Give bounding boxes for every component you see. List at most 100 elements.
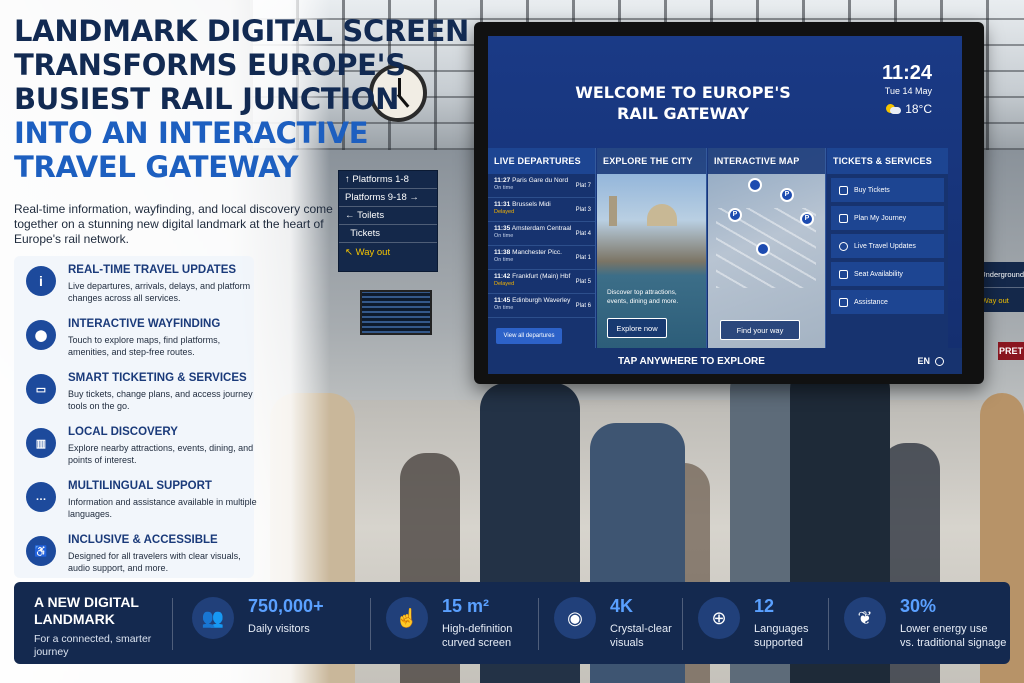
service-button[interactable]: Assistance bbox=[831, 290, 944, 314]
globe-icon bbox=[935, 356, 944, 366]
ticket-icon: ▭ bbox=[26, 374, 56, 404]
service-label: Live Travel Updates bbox=[854, 242, 916, 250]
stat-value: 15 m² bbox=[442, 596, 490, 616]
feature-description: Information and assistance available in … bbox=[68, 497, 257, 519]
find-your-way-button[interactable]: Find your way bbox=[720, 320, 800, 340]
stat-value: 30% bbox=[900, 596, 937, 616]
departure-row[interactable]: 11:42 Frankfurt (Main) Hbf Delayed Plat 5 bbox=[488, 270, 595, 294]
stat-value: 12 bbox=[754, 596, 775, 616]
screen-display[interactable]: WELCOME TO EUROPE'S RAIL GATEWAY 11:24 T… bbox=[488, 36, 962, 374]
info-icon: i bbox=[26, 266, 56, 296]
departure-platform: Plat 5 bbox=[575, 279, 591, 285]
service-label: Seat Availability bbox=[854, 270, 903, 278]
eye-icon: ◉ bbox=[554, 597, 596, 639]
seat-icon bbox=[839, 269, 848, 279]
stat-label: High-definition curved screen bbox=[442, 623, 513, 649]
stat-value: 750,000+ bbox=[248, 596, 324, 616]
departure-time: 11:38 bbox=[494, 249, 511, 256]
departure-destination: Frankfurt (Main) Hbf bbox=[512, 273, 571, 280]
screen-title: WELCOME TO EUROPE'S RAIL GATEWAY bbox=[575, 83, 791, 123]
stat-divider bbox=[172, 598, 173, 650]
parking-pin-icon[interactable]: P bbox=[728, 208, 742, 222]
shop-sign: PRET bbox=[998, 342, 1024, 360]
departure-platform: Plat 1 bbox=[575, 255, 591, 261]
screen-clock: 11:24 bbox=[881, 62, 932, 84]
departure-platform: Plat 7 bbox=[575, 183, 591, 189]
departure-platform: Plat 6 bbox=[575, 303, 591, 309]
leaf-icon: ❦ bbox=[844, 597, 886, 639]
departure-destination: Paris Gare du Nord bbox=[512, 177, 569, 184]
departure-destination: Amsterdam Centraal bbox=[511, 225, 572, 232]
interactive-map-panel[interactable]: INTERACTIVE MAP P P P Find your way bbox=[708, 148, 826, 354]
service-button[interactable]: Live Travel Updates bbox=[831, 234, 944, 258]
stat-divider bbox=[828, 598, 829, 650]
stat-label: Lower energy use vs. traditional signage bbox=[900, 623, 1007, 649]
departure-time: 11:35 bbox=[494, 225, 511, 232]
map-pin-icon[interactable] bbox=[748, 178, 762, 192]
departure-time: 11:27 bbox=[494, 177, 511, 184]
people-icon: 👥 bbox=[192, 597, 234, 639]
feature-title: INTERACTIVE WAYFINDING bbox=[68, 318, 221, 330]
weather-widget: 18°C bbox=[886, 102, 932, 116]
city-dome bbox=[647, 204, 677, 226]
assistance-icon bbox=[839, 297, 848, 307]
feature-description: Designed for all travelers with clear vi… bbox=[68, 551, 241, 573]
sign-row: Tickets bbox=[339, 225, 437, 243]
departure-row[interactable]: 11:35 Amsterdam Centraal On time Plat 4 bbox=[488, 222, 595, 246]
screen-date: Tue 14 May bbox=[884, 86, 932, 96]
sign-row-way-out: ↖ Way out bbox=[345, 246, 391, 258]
departure-time: 11:42 bbox=[494, 273, 511, 280]
service-button[interactable]: Seat Availability bbox=[831, 262, 944, 286]
service-button[interactable]: Plan My Journey bbox=[831, 206, 944, 230]
partly-cloudy-icon bbox=[886, 104, 902, 114]
feature-description: Explore nearby attractions, events, dini… bbox=[68, 443, 254, 465]
departure-row[interactable]: 11:38 Manchester Picc. On time Plat 1 bbox=[488, 246, 595, 270]
explore-city-panel[interactable]: EXPLORE THE CITY Discover top attraction… bbox=[597, 148, 707, 354]
tickets-services-header: TICKETS & SERVICES bbox=[827, 148, 948, 174]
globe-icon: ⊕ bbox=[698, 597, 740, 639]
tap-to-explore-label: TAP ANYWHERE TO EXPLORE bbox=[618, 355, 765, 367]
stats-subtitle: For a connected, smarter journey bbox=[34, 633, 152, 658]
parking-pin-icon[interactable]: P bbox=[800, 212, 814, 226]
view-all-departures-button[interactable]: View all departures bbox=[496, 328, 562, 344]
language-selector[interactable]: EN bbox=[917, 356, 944, 366]
city-buildings-icon: ▥ bbox=[26, 428, 56, 458]
city-tower bbox=[609, 196, 617, 226]
feature-description: Buy tickets, change plans, and access jo… bbox=[68, 389, 253, 411]
departure-row[interactable]: 11:31 Brussels Midi Delayed Plat 3 bbox=[488, 198, 595, 222]
sign-row: ← Toilets bbox=[339, 207, 437, 225]
touch-icon: ☝ bbox=[386, 597, 428, 639]
feature-title: SMART TICKETING & SERVICES bbox=[68, 372, 247, 384]
departures-panel[interactable]: LIVE DEPARTURES 11:27 Paris Gare du Nord… bbox=[488, 148, 596, 354]
intro-text: Real-time information, wayfinding, and l… bbox=[14, 202, 333, 246]
feature-description: Live departures, arrivals, delays, and p… bbox=[68, 281, 251, 303]
stat-divider bbox=[682, 598, 683, 650]
departure-row[interactable]: 11:27 Paris Gare du Nord On time Plat 7 bbox=[488, 174, 595, 198]
service-label: Plan My Journey bbox=[854, 214, 907, 222]
departure-destination: Edinburgh Waverley bbox=[512, 297, 571, 304]
stats-lead: A NEW DIGITAL LANDMARK For a connected, … bbox=[34, 594, 164, 659]
explore-now-button[interactable]: Explore now bbox=[607, 318, 667, 338]
feature-description: Touch to explore maps, find platforms, a… bbox=[68, 335, 221, 357]
chat-bubble-icon: … bbox=[26, 482, 56, 512]
feature-title: LOCAL DISCOVERY bbox=[68, 426, 178, 438]
interactive-map-header: INTERACTIVE MAP bbox=[708, 148, 825, 174]
wheelchair-icon: ♿ bbox=[26, 536, 56, 566]
stats-title: A NEW DIGITAL LANDMARK bbox=[34, 594, 139, 627]
sign-row: Platforms 9-18 → bbox=[339, 189, 437, 207]
parking-pin-icon[interactable]: P bbox=[780, 188, 794, 202]
feature-title: INCLUSIVE & ACCESSIBLE bbox=[68, 534, 218, 546]
service-button[interactable]: Buy Tickets bbox=[831, 178, 944, 202]
departure-board bbox=[360, 290, 432, 335]
accessibility-pin-icon[interactable] bbox=[756, 242, 770, 256]
feature-title: MULTILINGUAL SUPPORT bbox=[68, 480, 212, 492]
departures-header: LIVE DEPARTURES bbox=[488, 148, 595, 174]
departure-destination: Manchester Picc. bbox=[512, 249, 562, 256]
departure-time: 11:45 bbox=[494, 297, 511, 304]
departure-row[interactable]: 11:45 Edinburgh Waverley On time Plat 6 bbox=[488, 294, 595, 318]
screen-footer[interactable]: TAP ANYWHERE TO EXPLORE EN bbox=[488, 348, 962, 374]
tickets-services-panel[interactable]: TICKETS & SERVICES Buy Tickets Plan My Jo… bbox=[827, 148, 948, 354]
location-pin-icon: ⬤ bbox=[26, 320, 56, 350]
stat-label: Crystal-clear visuals bbox=[610, 623, 672, 649]
stat-label: Daily visitors bbox=[248, 623, 310, 635]
